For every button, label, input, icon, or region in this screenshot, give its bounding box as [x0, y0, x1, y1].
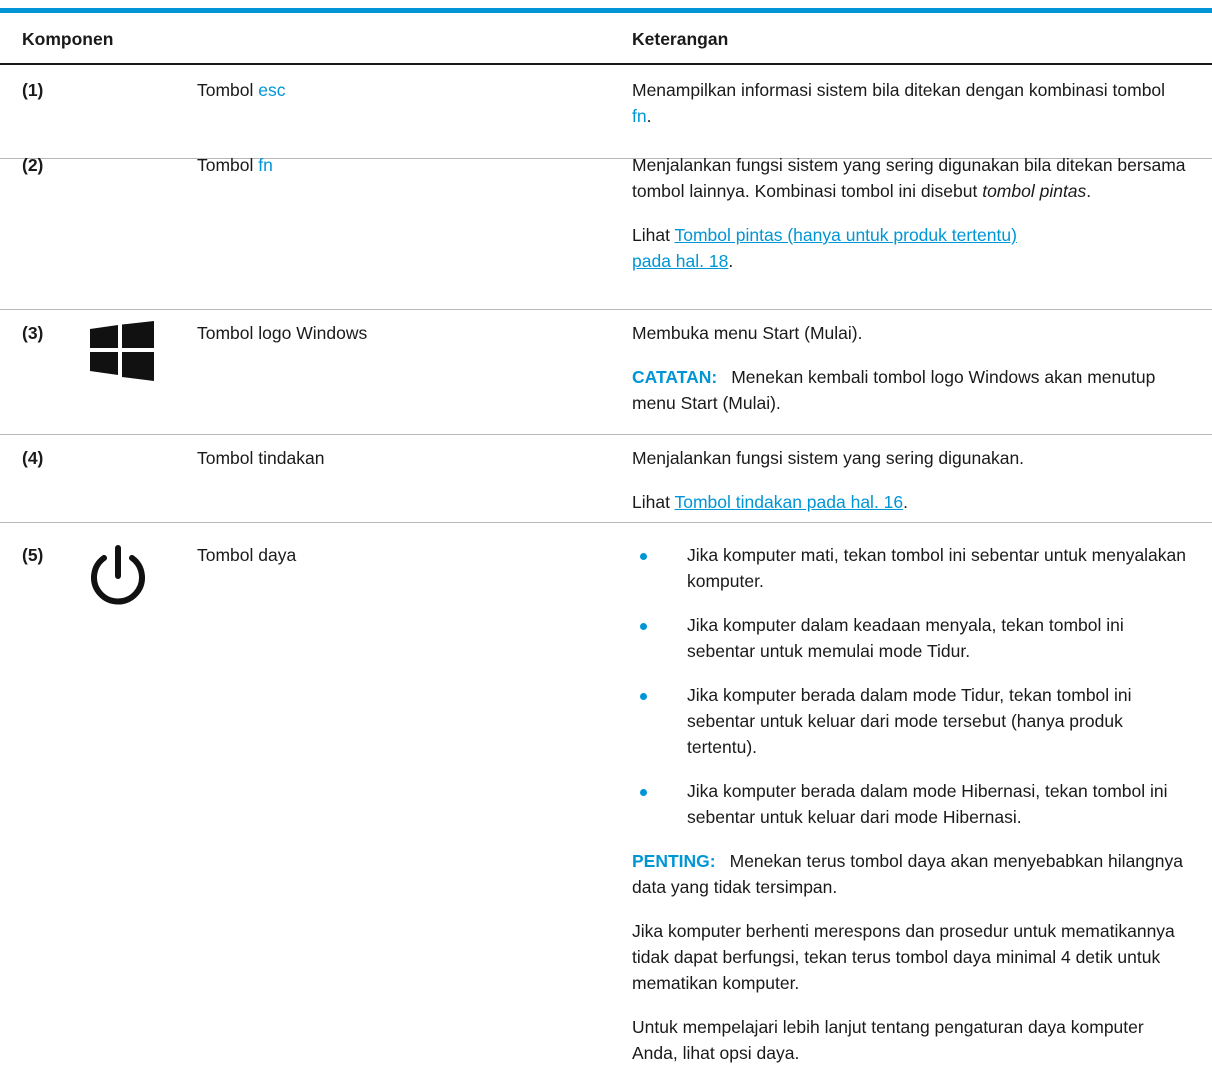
bullet-list: Jika komputer mati, tekan tombol ini seb…: [632, 542, 1187, 830]
note-label: PENTING:: [632, 851, 716, 871]
component-description: Membuka menu Start (Mulai). CATATAN: Mene…: [632, 323, 1156, 413]
component-name: Tombol fn: [197, 155, 273, 175]
row-number: (2): [22, 155, 44, 175]
table-header: Komponen Keterangan: [0, 13, 1212, 65]
table-row: (2) Tombol fn Menjalankan fungsi sistem …: [0, 155, 1212, 310]
note-label: CATATAN:: [632, 367, 718, 387]
table-row: (5) Tombol daya Jika komputer mati, teka…: [0, 522, 1212, 1074]
table-row: (1) Tombol esc Menampilkan informasi sis…: [0, 64, 1212, 159]
row-number: (1): [22, 80, 44, 100]
bullet-icon: [640, 789, 647, 796]
component-description: Menjalankan fungsi sistem yang sering di…: [632, 448, 1025, 512]
key-name: fn: [258, 155, 273, 175]
key-name: fn: [632, 106, 647, 126]
bullet-icon: [640, 623, 647, 630]
component-name: Tombol daya: [197, 545, 297, 565]
list-item: Jika komputer berada dalam mode Hibernas…: [632, 778, 1187, 830]
component-description: Jika komputer mati, tekan tombol ini seb…: [632, 542, 1187, 1084]
cross-reference-link[interactable]: Tombol tindakan pada hal. 16: [675, 492, 904, 512]
row-number: (5): [22, 545, 44, 565]
table-row: (3) Tombol logo Windows Membuka menu Sta…: [0, 309, 1212, 435]
list-item: Jika komputer berada dalam mode Tidur, t…: [632, 682, 1187, 760]
column-header-description: Keterangan: [632, 29, 729, 49]
bullet-icon: [640, 553, 647, 560]
component-name: Tombol tindakan: [197, 448, 325, 468]
cross-reference-link[interactable]: Tombol pintas (hanya untuk produk terten…: [675, 225, 1017, 245]
row-number: (4): [22, 448, 44, 468]
column-header-component: Komponen: [22, 29, 114, 49]
list-item: Jika komputer mati, tekan tombol ini seb…: [632, 542, 1187, 594]
table-row: (4) Tombol tindakan Menjalankan fungsi s…: [0, 434, 1212, 523]
component-description: Menjalankan fungsi sistem yang sering di…: [632, 155, 1186, 271]
list-item: Jika komputer dalam keadaan menyala, tek…: [632, 612, 1187, 664]
cross-reference-link-page[interactable]: pada hal. 18: [632, 251, 728, 271]
bullet-icon: [640, 693, 647, 700]
component-name: Tombol logo Windows: [197, 323, 368, 343]
windows-logo-icon: [90, 321, 154, 388]
component-name: Tombol esc: [197, 80, 286, 100]
key-name: esc: [258, 80, 286, 100]
component-description: Menampilkan informasi sistem bila diteka…: [632, 80, 1166, 126]
row-number: (3): [22, 323, 44, 343]
power-icon: [87, 545, 149, 614]
